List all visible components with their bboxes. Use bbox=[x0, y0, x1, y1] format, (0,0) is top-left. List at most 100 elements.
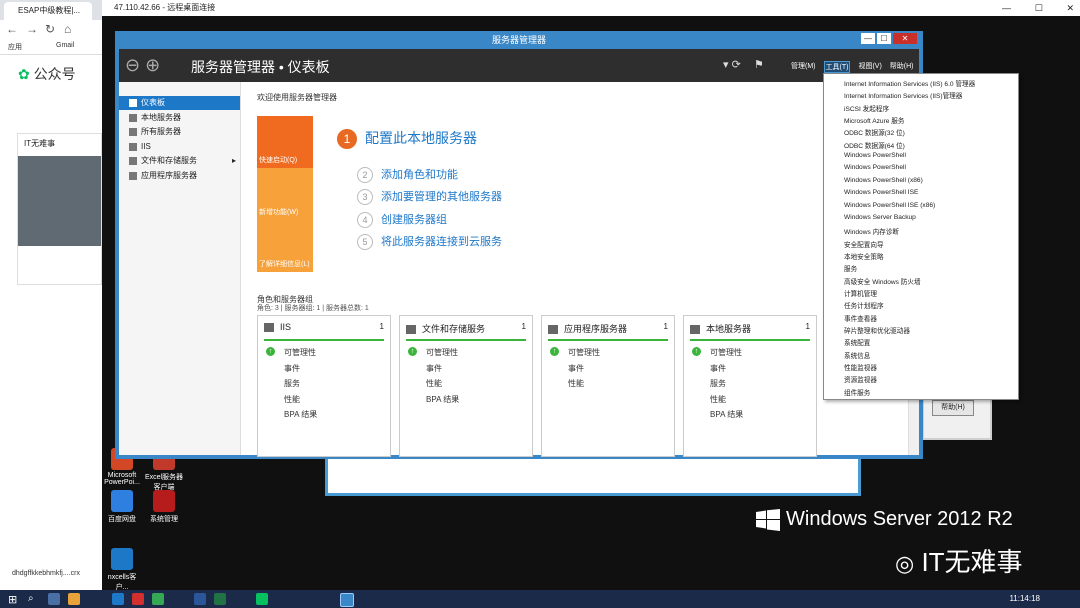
step-create-group[interactable]: 4 创建服务器组 bbox=[357, 211, 447, 228]
sidebar-item-file-storage[interactable]: 文件和存储服务 ▸ bbox=[119, 154, 240, 168]
tile-row[interactable]: 可管理性 bbox=[426, 347, 458, 358]
menu-help[interactable]: 帮助(H) bbox=[890, 61, 914, 73]
tile-row[interactable]: 服务 bbox=[284, 378, 300, 389]
maximize-button[interactable]: ☐ bbox=[1035, 0, 1043, 16]
tools-menu-item[interactable]: 事件查看器 bbox=[844, 313, 877, 323]
tile-iis[interactable]: IIS 1 ↑ 可管理性 事件 服务 性能 BPA 结果 bbox=[257, 315, 391, 457]
back-icon[interactable]: ← bbox=[6, 22, 18, 36]
tile-row[interactable]: 性能 bbox=[710, 394, 726, 405]
tile-row[interactable]: 可管理性 bbox=[710, 347, 742, 358]
tools-menu-item[interactable]: ODBC 数据源(32 位) bbox=[844, 127, 905, 137]
taskview-icon[interactable] bbox=[48, 593, 60, 605]
tile-app-server[interactable]: 应用程序服务器 1 ↑ 可管理性 事件 性能 bbox=[541, 315, 675, 457]
tools-menu-item[interactable]: Windows PowerShell bbox=[844, 164, 906, 171]
desktop-icon-system-admin[interactable]: 系统管理 bbox=[144, 490, 184, 524]
start-icon[interactable]: ⊞ bbox=[8, 593, 20, 606]
close-button[interactable]: ✕ bbox=[1066, 0, 1074, 16]
step-connect-cloud[interactable]: 5 将此服务器连接到云服务 bbox=[357, 233, 502, 250]
home-icon[interactable]: ⌂ bbox=[64, 22, 71, 36]
sm-maximize-button[interactable]: ☐ bbox=[877, 33, 891, 44]
tile-row[interactable]: BPA 结果 bbox=[426, 394, 459, 405]
tools-menu-item[interactable]: Windows Server Backup bbox=[844, 214, 916, 221]
tools-menu-item[interactable]: ODBC 数据源(64 位) bbox=[844, 140, 905, 150]
tile-row[interactable]: 可管理性 bbox=[568, 347, 600, 358]
tools-menu-item[interactable]: 任务计划程序 bbox=[844, 300, 884, 310]
article-card[interactable]: IT无难事 如何在勤哲ES服务器 bbox=[17, 133, 102, 285]
sm-minimize-button[interactable]: — bbox=[861, 33, 875, 44]
sidebar-item-local-server[interactable]: 本地服务器 bbox=[119, 111, 240, 125]
tools-menu-item[interactable]: Windows PowerShell (x86) bbox=[844, 177, 923, 184]
tools-menu-item[interactable]: 系统信息 bbox=[844, 350, 870, 360]
tile-row[interactable]: 事件 bbox=[710, 363, 726, 374]
tile-row[interactable]: 服务 bbox=[710, 378, 726, 389]
quickstart-tab[interactable]: 快速启动(Q) bbox=[257, 116, 313, 168]
tools-menu-item[interactable]: Internet Information Services (IIS) 6.0 … bbox=[844, 78, 975, 88]
step-configure-local[interactable]: 1 配置此本地服务器 bbox=[337, 128, 477, 149]
help-button[interactable]: 帮助(H) bbox=[932, 400, 974, 416]
learn-more-tab[interactable]: 了解详细信息(L) bbox=[257, 220, 313, 272]
tools-menu-item[interactable]: 本地安全策略 bbox=[844, 251, 884, 261]
flag-icon[interactable]: ⚑ bbox=[754, 59, 764, 71]
tools-menu-item[interactable]: Windows PowerShell bbox=[844, 152, 906, 159]
nxcells-icon bbox=[111, 548, 133, 570]
sidebar-item-app-server[interactable]: 应用程序服务器 bbox=[119, 169, 240, 183]
whats-new-tab[interactable]: 新增功能(W) bbox=[257, 168, 313, 220]
forward-icon[interactable]: → bbox=[26, 22, 38, 36]
app-icon[interactable] bbox=[112, 593, 124, 605]
refresh-icon[interactable]: ▾ ⟳ bbox=[723, 59, 741, 71]
tile-row[interactable]: 事件 bbox=[426, 363, 442, 374]
sidebar-item-dashboard[interactable]: 仪表板 bbox=[119, 96, 240, 110]
minimize-button[interactable]: — bbox=[1002, 0, 1011, 16]
tools-menu-item[interactable]: 高级安全 Windows 防火墙 bbox=[844, 276, 921, 286]
tile-row[interactable]: 性能 bbox=[284, 394, 300, 405]
bookmark-apps[interactable]: 应用 bbox=[8, 42, 22, 52]
browser-tab[interactable]: ESAP中级教程|... bbox=[4, 2, 92, 20]
forward-arrow-icon[interactable]: ⊕ bbox=[145, 55, 160, 75]
menu-manage[interactable]: 管理(M) bbox=[791, 61, 816, 73]
tools-menu-item[interactable]: Windows PowerShell ISE bbox=[844, 189, 918, 196]
tile-row[interactable]: BPA 结果 bbox=[710, 409, 743, 420]
tools-menu-item[interactable]: 安全配置向导 bbox=[844, 239, 884, 249]
tools-menu-item[interactable]: 碎片整理和优化驱动器 bbox=[844, 325, 910, 335]
sidebar-item-all-servers[interactable]: 所有服务器 bbox=[119, 125, 240, 139]
tools-menu-item[interactable]: iSCSI 发起程序 bbox=[844, 103, 889, 113]
app-icon[interactable] bbox=[132, 593, 144, 605]
desktop-icon-baidu-pan[interactable]: 百度网盘 bbox=[102, 490, 142, 524]
bookmark-gmail[interactable]: Gmail bbox=[56, 42, 74, 49]
chrome-icon[interactable] bbox=[152, 593, 164, 605]
back-arrow-icon[interactable]: ⊖ bbox=[125, 55, 140, 75]
word-icon[interactable] bbox=[194, 593, 206, 605]
menu-view[interactable]: 视图(V) bbox=[858, 61, 881, 73]
tile-row[interactable]: 性能 bbox=[426, 378, 442, 389]
tile-row[interactable]: BPA 结果 bbox=[284, 409, 317, 420]
tools-menu-item[interactable]: 系统配置 bbox=[844, 337, 870, 347]
tile-file-storage[interactable]: 文件和存储服务 1 ↑ 可管理性 事件 性能 BPA 结果 bbox=[399, 315, 533, 457]
menu-tools[interactable]: 工具(T) bbox=[823, 61, 851, 73]
tools-menu-item[interactable]: 组件服务 bbox=[844, 387, 870, 397]
wechat-icon[interactable] bbox=[256, 593, 268, 605]
tools-menu-item[interactable]: 资源监视器 bbox=[844, 374, 877, 384]
tools-menu-item[interactable]: Internet Information Services (IIS)管理器 bbox=[844, 90, 962, 100]
tile-row[interactable]: 性能 bbox=[568, 378, 584, 389]
tools-menu-item[interactable]: Microsoft Azure 服务 bbox=[844, 115, 904, 125]
sidebar-item-iis[interactable]: IIS bbox=[119, 140, 240, 154]
download-item[interactable]: dhdgffkkebhmkfj....crx bbox=[12, 570, 80, 577]
explorer-icon[interactable] bbox=[68, 593, 80, 605]
search-icon[interactable]: ⌕ bbox=[28, 593, 40, 605]
tile-row[interactable]: 事件 bbox=[284, 363, 300, 374]
tools-menu-item[interactable]: 服务 bbox=[844, 263, 857, 273]
step-add-servers[interactable]: 3 添加要管理的其他服务器 bbox=[357, 188, 502, 205]
tools-menu-item[interactable]: Windows PowerShell ISE (x86) bbox=[844, 202, 935, 209]
sm-close-button[interactable]: ✕ bbox=[893, 33, 917, 44]
tile-row[interactable]: 可管理性 bbox=[284, 347, 316, 358]
excel-icon[interactable] bbox=[214, 593, 226, 605]
remote-desktop-icon[interactable] bbox=[340, 593, 354, 607]
reload-icon[interactable]: ↻ bbox=[45, 22, 55, 36]
tools-menu-item[interactable]: Windows 内存诊断 bbox=[844, 226, 899, 236]
tools-menu-item[interactable]: 计算机管理 bbox=[844, 288, 877, 298]
tile-row[interactable]: 事件 bbox=[568, 363, 584, 374]
desktop-icon-nxcells[interactable]: nxcells客户... bbox=[102, 548, 142, 592]
step-add-roles[interactable]: 2 添加角色和功能 bbox=[357, 166, 458, 183]
tile-local-server[interactable]: 本地服务器 1 ↑ 可管理性 事件 服务 性能 BPA 结果 bbox=[683, 315, 817, 457]
tools-menu-item[interactable]: 性能监视器 bbox=[844, 362, 877, 372]
